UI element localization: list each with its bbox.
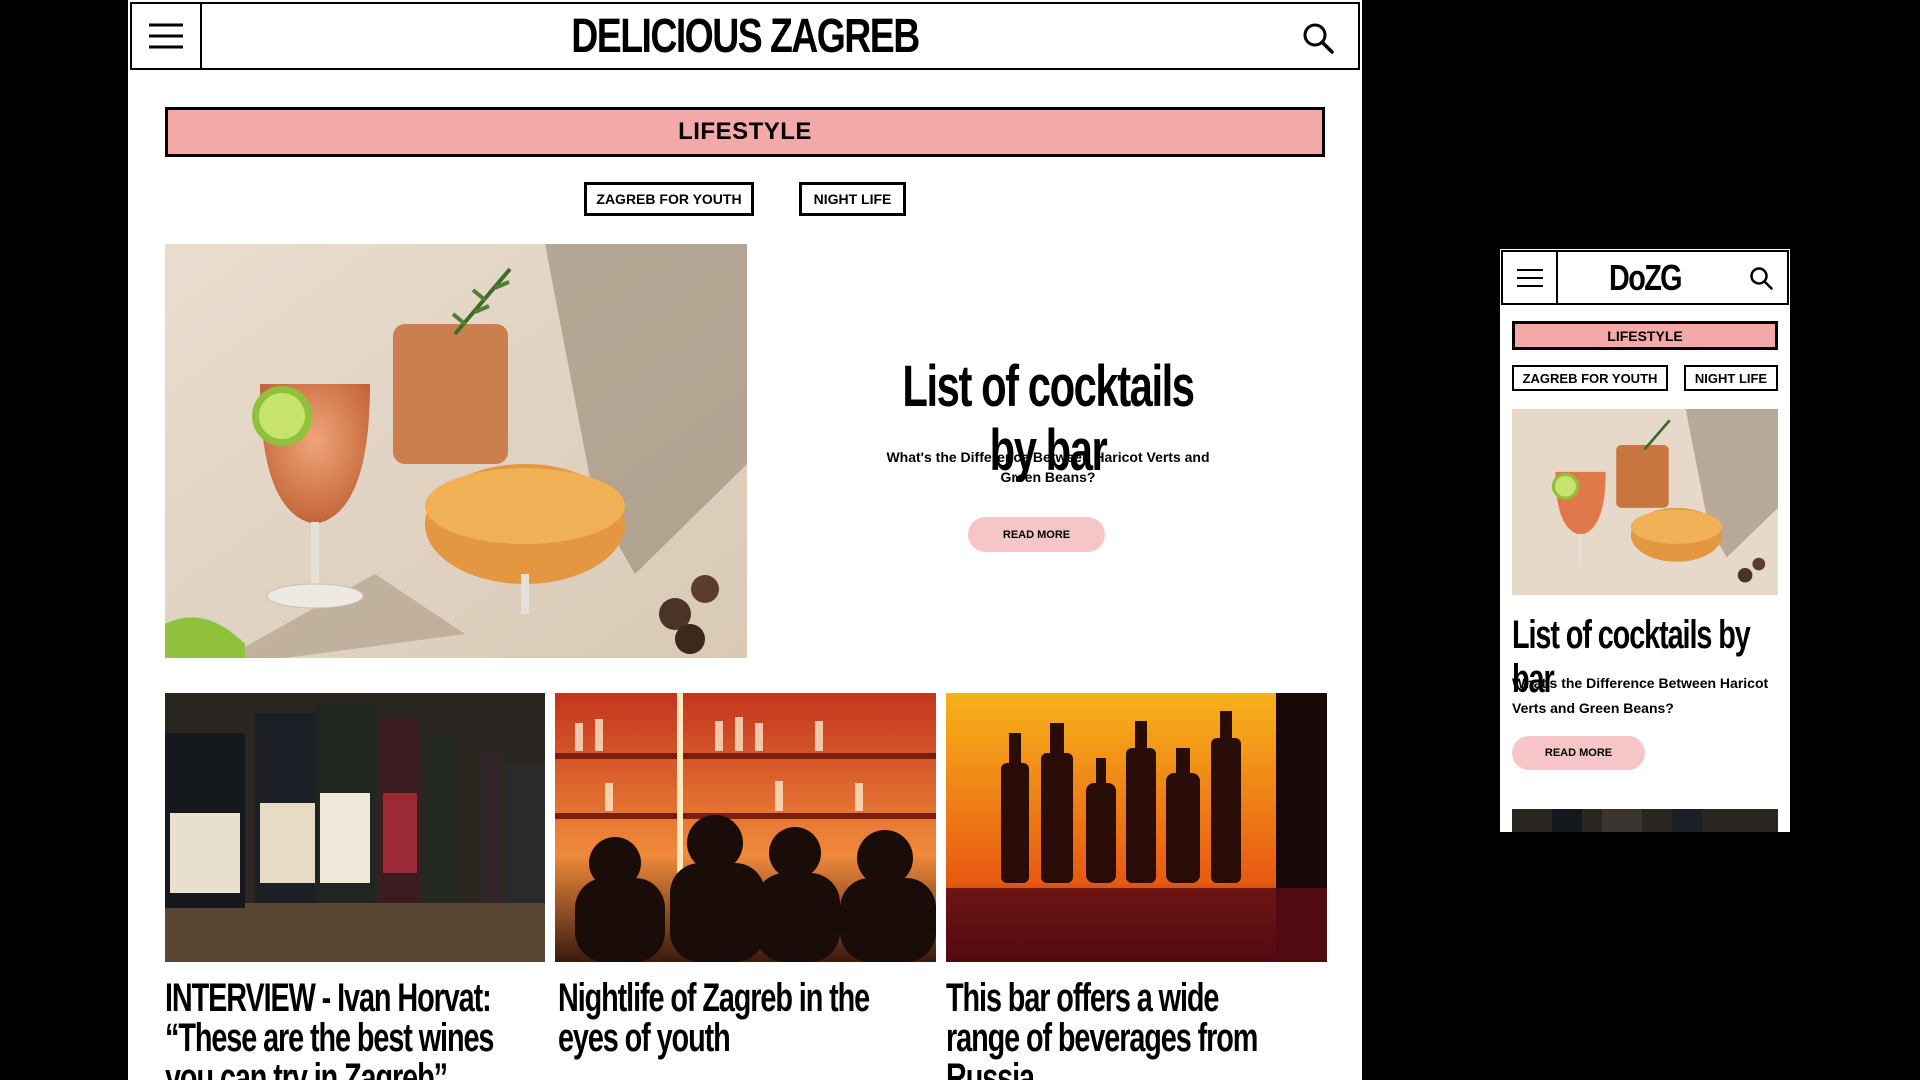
card-image-russia-bar[interactable] <box>946 693 1327 962</box>
wine-bottles-shelf-photo <box>165 693 545 962</box>
search-icon[interactable] <box>1302 22 1334 54</box>
mobile-read-more-button[interactable]: READ MORE <box>1512 736 1645 770</box>
read-more-button[interactable]: READ MORE <box>968 517 1105 552</box>
cocktail-glasses-photo <box>1512 409 1778 595</box>
card-title-russia[interactable]: This bar offers a wide range of beverage… <box>946 978 1292 1080</box>
card-title-nightlife[interactable]: Nightlife of Zagreb in the eyes of youth <box>558 978 904 1058</box>
hamburger-menu-icon <box>149 23 183 49</box>
wine-bottles-shelf-photo <box>1512 809 1778 832</box>
site-header: DELICIOUS ZAGREB <box>130 2 1360 70</box>
mobile-hero-subtitle: What's the Difference Between Haricot Ve… <box>1512 675 1769 716</box>
bar-crowd-photo <box>555 693 936 962</box>
menu-button[interactable] <box>132 4 202 68</box>
category-banner[interactable]: LIFESTYLE <box>165 107 1325 157</box>
mobile-hero-image[interactable] <box>1512 409 1778 595</box>
tag-night-life[interactable]: NIGHT LIFE <box>799 182 906 216</box>
cocktail-glasses-photo <box>165 244 747 658</box>
mobile-next-card-image[interactable] <box>1512 809 1778 832</box>
card-image-nightlife[interactable] <box>555 693 936 962</box>
search-icon[interactable] <box>1749 266 1773 290</box>
mobile-logo[interactable]: DoZG <box>1531 260 1758 296</box>
tag-zagreb-for-youth[interactable]: ZAGREB FOR YOUTH <box>584 182 754 216</box>
site-logo[interactable]: DELICIOUS ZAGREB <box>267 13 1223 61</box>
hero-image[interactable] <box>165 244 747 658</box>
mobile-header: DoZG <box>1501 250 1789 305</box>
mobile-tag-zagreb-for-youth[interactable]: ZAGREB FOR YOUTH <box>1512 365 1668 391</box>
mobile-tag-night-life[interactable]: NIGHT LIFE <box>1684 365 1778 391</box>
card-title-interview[interactable]: INTERVIEW - Ivan Horvat: “These are the … <box>165 978 511 1080</box>
mobile-category-banner[interactable]: LIFESTYLE <box>1512 321 1778 350</box>
card-image-wine[interactable] <box>165 693 545 962</box>
hero-subtitle: What's the Difference Between Haricot Ve… <box>886 449 1210 485</box>
desktop-page: DELICIOUS ZAGREB LIFESTYLE ZAGREB FOR YO… <box>128 0 1362 1080</box>
bottles-silhouette-photo <box>946 693 1327 962</box>
mobile-page: DoZG LIFESTYLE ZAGREB FOR YOUTH NIGHT LI… <box>1500 249 1790 832</box>
